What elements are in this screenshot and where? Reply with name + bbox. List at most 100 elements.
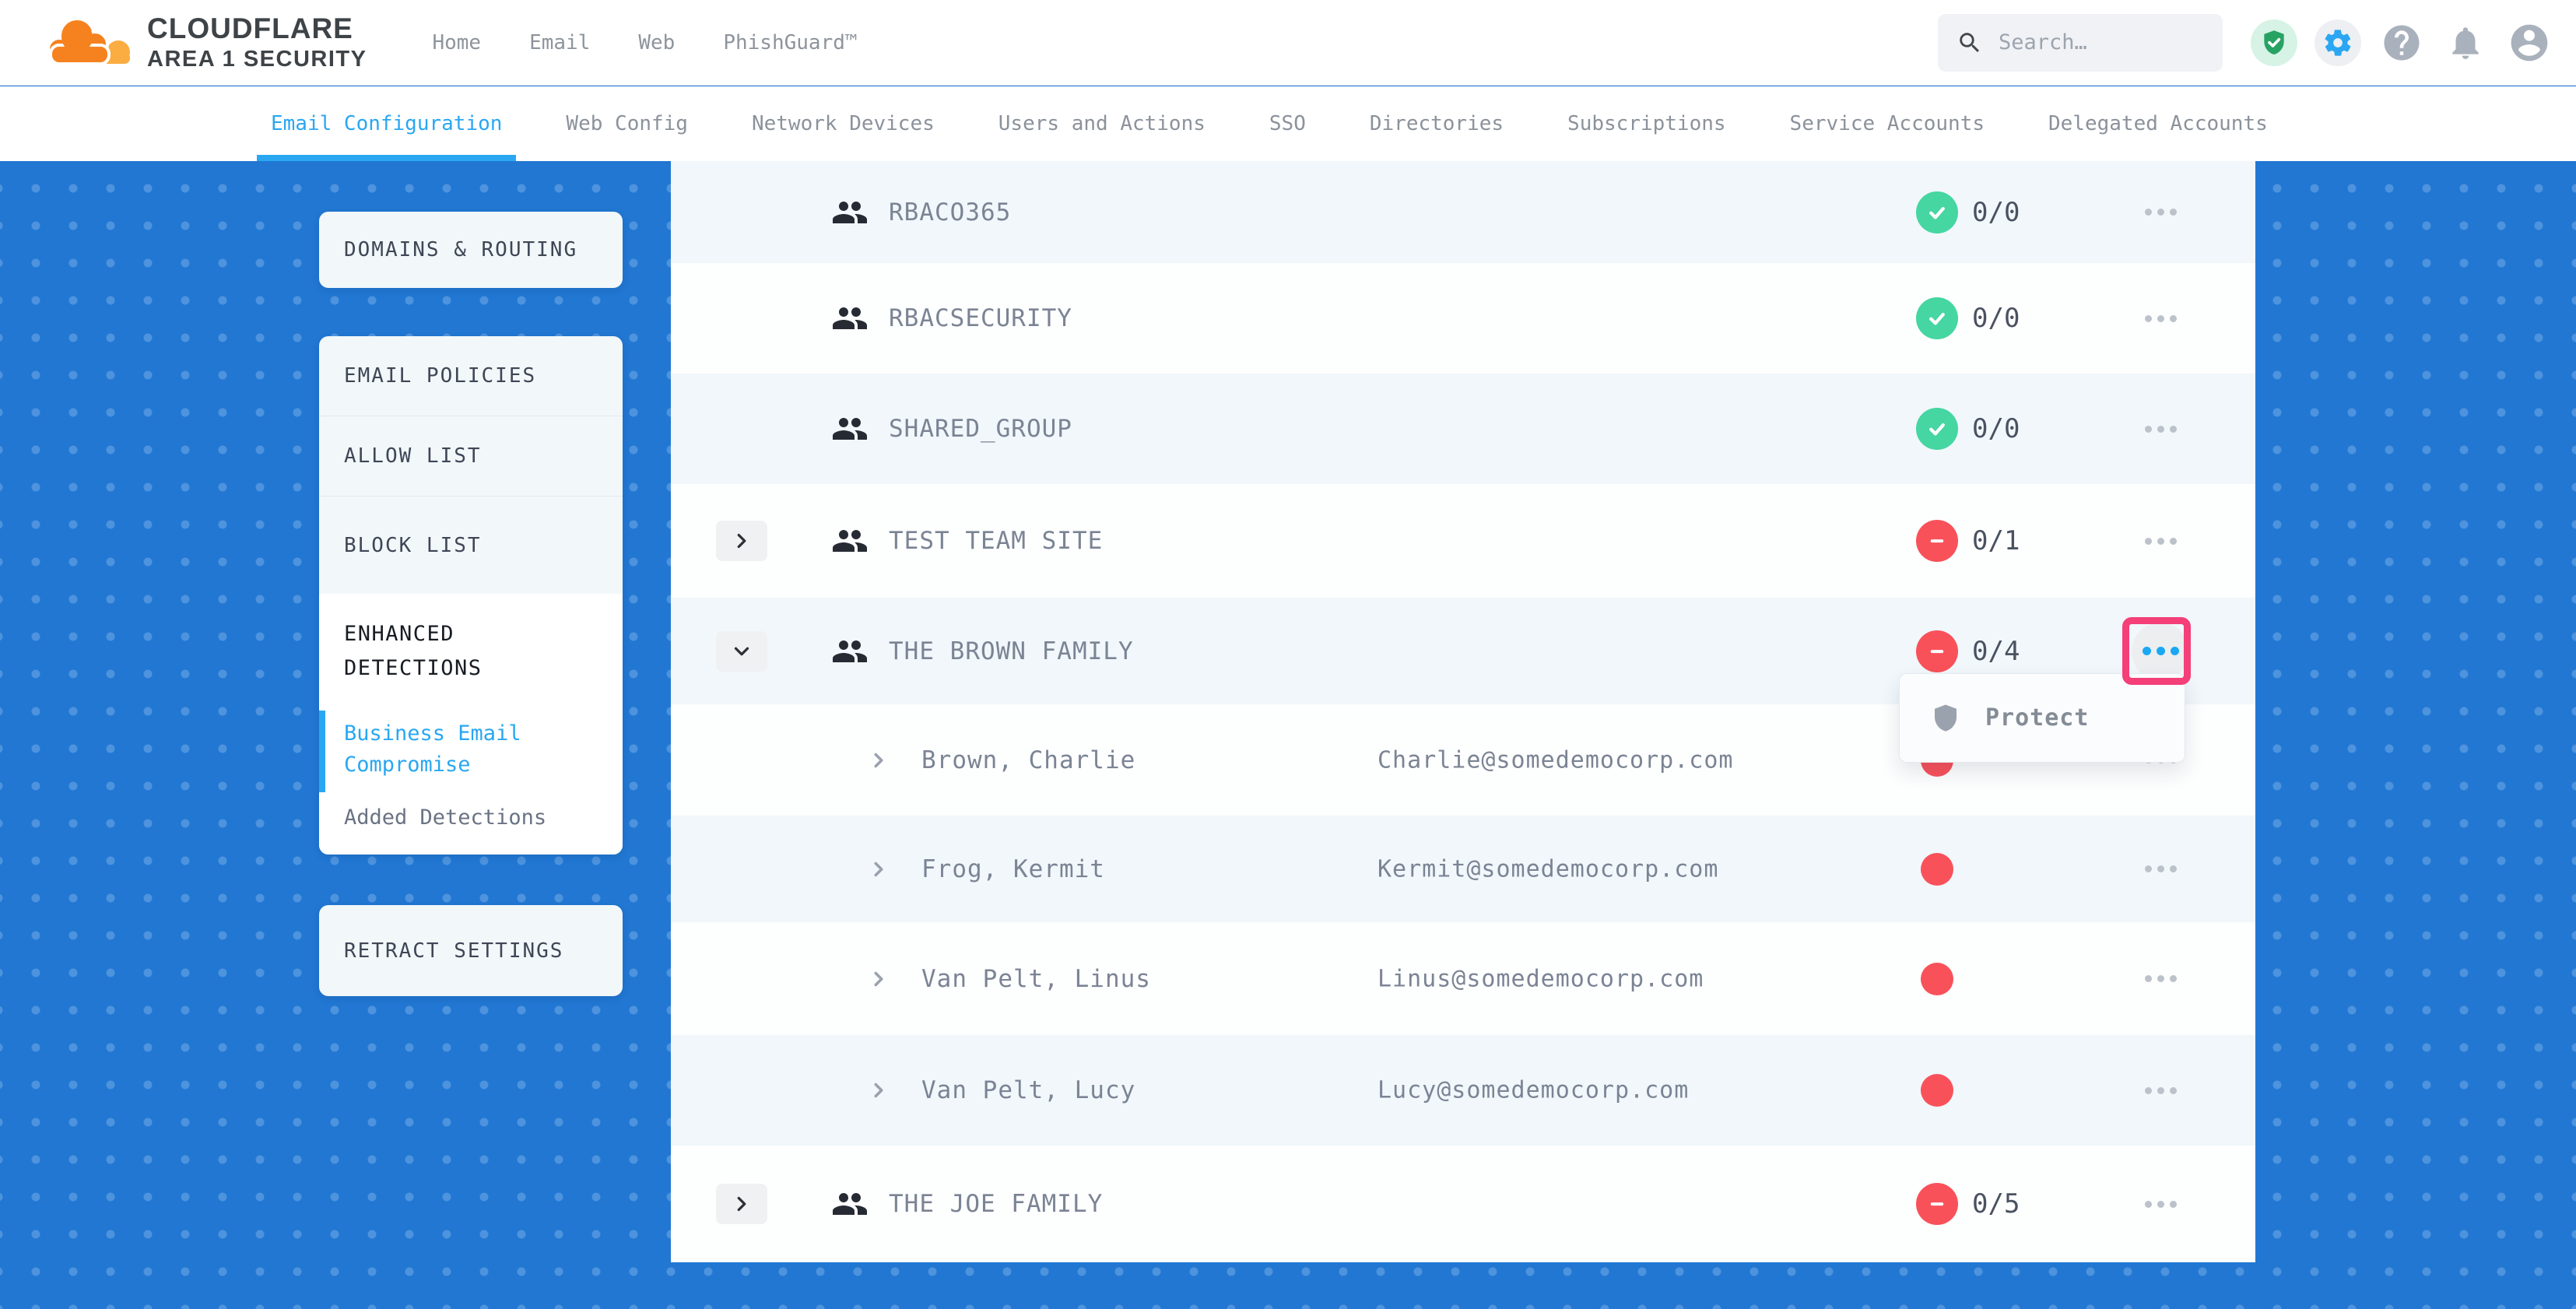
member-count: 0/0 [1972, 413, 2020, 444]
group-row[interactable]: SHARED_GROUP 0/0 [671, 374, 2255, 484]
check-icon [1924, 416, 1950, 442]
dot [2157, 975, 2164, 982]
dot [2145, 1087, 2152, 1094]
dot [2157, 538, 2164, 545]
group-row[interactable]: RBACSECURITY0/0 [671, 263, 2255, 374]
sidebar-item-retract-settings[interactable]: RETRACT SETTINGS [319, 939, 563, 963]
top-bar: CLOUDFLARE AREA 1 SECURITY HomeEmailWebP… [0, 0, 2576, 86]
status-badge [1916, 191, 1958, 233]
user-name: Brown, Charlie [921, 746, 1135, 774]
tab-users-and-actions[interactable]: Users and Actions [984, 86, 1220, 161]
notifications-bell-icon-button[interactable] [2442, 19, 2489, 66]
group-row[interactable]: THE JOE FAMILY0/5 [671, 1146, 2255, 1262]
group-people-icon [831, 522, 869, 560]
minus-icon [1924, 638, 1950, 665]
sidebar-card-policies: EMAIL POLICIESALLOW LISTBLOCK LIST ENHAN… [319, 336, 623, 855]
user-row[interactable]: Frog, KermitKermit@somedemocorp.com [671, 816, 2255, 922]
user-name: Van Pelt, Lucy [921, 1076, 1135, 1104]
row-menu-button[interactable] [2135, 301, 2186, 335]
shield-check-icon [2259, 27, 2289, 58]
chevron-right-icon [730, 1192, 753, 1216]
row-menu-button[interactable] [2135, 412, 2186, 446]
sidebar-item-allow-list[interactable]: ALLOW LIST [319, 416, 623, 497]
row-menu-button[interactable] [2135, 524, 2186, 558]
account-icon [2508, 21, 2551, 65]
nav-link-home[interactable]: Home [432, 31, 481, 54]
dot [2157, 1201, 2164, 1208]
sidebar-item-domains-routing[interactable]: DOMAINS & ROUTING [319, 238, 577, 261]
dot [2145, 538, 2152, 545]
member-count: 0/0 [1972, 197, 2020, 228]
top-nav: Home Email Web PhishGuard™ [432, 31, 857, 54]
sidebar-item-block-list[interactable]: BLOCK LIST [319, 497, 623, 594]
nav-link-email[interactable]: Email [529, 31, 590, 54]
dot [2145, 865, 2152, 872]
cloudflare-logo-icon [43, 12, 136, 73]
brand-subtitle: AREA 1 SECURITY [147, 48, 367, 71]
minus-icon [1924, 528, 1950, 554]
expand-button[interactable] [716, 521, 767, 561]
dot [2170, 315, 2177, 322]
settings-gear-icon [2322, 27, 2353, 58]
tab-subscriptions[interactable]: Subscriptions [1553, 86, 1740, 161]
dot [2170, 865, 2177, 872]
group-icon [831, 194, 869, 231]
sidebar-item-added-detections[interactable]: Added Detections [344, 802, 598, 833]
row-menu-button[interactable] [2135, 195, 2186, 230]
expand-button[interactable] [716, 1184, 767, 1224]
search-input[interactable] [1997, 30, 2184, 55]
member-count: 0/1 [1972, 525, 2020, 556]
status-badge [1916, 408, 1958, 450]
sidebar-card-domains-routing: DOMAINS & ROUTING [319, 212, 623, 288]
user-chevron-icon [867, 967, 890, 991]
nav-link-web[interactable]: Web [638, 31, 675, 54]
tab-delegated-accounts[interactable]: Delegated Accounts [2034, 86, 2282, 161]
notifications-bell-icon [2446, 23, 2485, 62]
tab-sso[interactable]: SSO [1255, 86, 1320, 161]
sidebar-item-business-email-compromise[interactable]: Business Email Compromise [344, 718, 598, 781]
help-icon-button[interactable] [2378, 19, 2425, 66]
sidebar-item-email-policies[interactable]: EMAIL POLICIES [319, 336, 623, 416]
menu-item-protect[interactable]: Protect [1985, 704, 2089, 732]
active-item-indicator-bar [319, 711, 325, 792]
account-icon-button[interactable] [2506, 19, 2553, 66]
row-context-menu: Protect [1899, 673, 2185, 763]
group-name: TEST TEAM SITE [889, 527, 1103, 555]
dot [2145, 1201, 2152, 1208]
group-people-icon [831, 633, 869, 670]
group-name: SHARED_GROUP [889, 415, 1072, 443]
row-menu-button[interactable] [2135, 962, 2186, 996]
chevron-right-icon [867, 749, 890, 772]
nav-link-phishguard[interactable]: PhishGuard™ [723, 31, 857, 54]
chevron-right-icon [867, 1079, 890, 1102]
user-row[interactable]: Van Pelt, LinusLinus@somedemocorp.com [671, 922, 2255, 1035]
settings-gear-icon-button[interactable] [2315, 19, 2361, 66]
dot [2170, 975, 2177, 982]
search-icon [1957, 30, 1983, 56]
row-menu-button[interactable] [2135, 1187, 2186, 1221]
help-icon [2381, 22, 2423, 64]
dot [2145, 426, 2152, 433]
expand-button[interactable] [716, 631, 767, 672]
row-menu-button[interactable] [2135, 852, 2186, 886]
user-status-dot [1921, 1074, 1953, 1107]
tab-email-configuration[interactable]: Email Configuration [257, 86, 516, 161]
tab-directories[interactable]: Directories [1356, 86, 1518, 161]
user-email: Kermit@somedemocorp.com [1377, 855, 1718, 883]
tab-network-devices[interactable]: Network Devices [738, 86, 949, 161]
user-row[interactable]: Van Pelt, LucyLucy@somedemocorp.com [671, 1035, 2255, 1146]
dot [2145, 315, 2152, 322]
group-people-icon [831, 300, 869, 337]
tab-web-config[interactable]: Web Config [552, 86, 702, 161]
group-row[interactable]: RBACO3650/0 [671, 161, 2255, 263]
dot [2157, 426, 2164, 433]
user-name: Van Pelt, Linus [921, 965, 1151, 993]
shield-check-icon-button[interactable] [2251, 19, 2297, 66]
status-badge [1916, 630, 1958, 672]
sidebar-item-enhanced-detections[interactable]: ENHANCED DETECTIONS [344, 617, 577, 686]
tab-service-accounts[interactable]: Service Accounts [1776, 86, 1999, 161]
group-row[interactable]: TEST TEAM SITE 0/1 [671, 484, 2255, 598]
group-icon [831, 300, 869, 337]
row-menu-button[interactable] [2135, 1073, 2186, 1107]
members-table: RBACO3650/0RBACSECURITY0/0 SHARED_GROUP 0/… [671, 161, 2255, 1262]
